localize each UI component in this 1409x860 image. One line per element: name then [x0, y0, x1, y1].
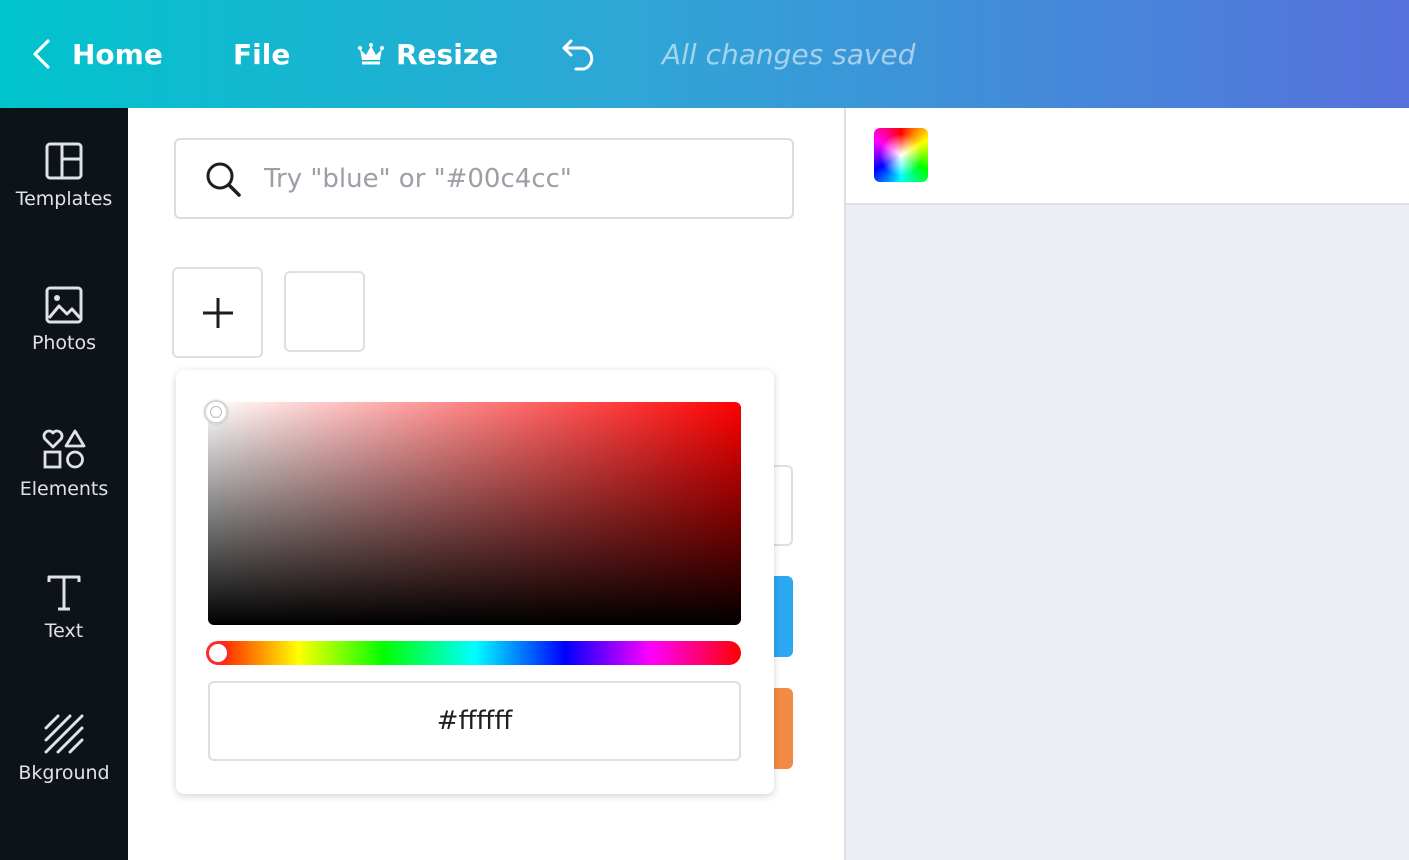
canvas-area [844, 108, 1409, 860]
color-wheel-icon[interactable] [874, 128, 928, 182]
color-swatch-white[interactable] [284, 271, 365, 352]
sidebar-item-templates[interactable]: Templates [0, 142, 128, 252]
search-icon [206, 162, 241, 197]
sidebar-item-label: Elements [19, 478, 109, 500]
background-icon [44, 714, 84, 754]
hue-slider-handle[interactable] [206, 641, 230, 665]
home-button[interactable]: Home [30, 0, 163, 108]
sidebar-item-label: Templates [15, 188, 113, 210]
sidebar-item-label: Bkground [18, 762, 110, 784]
add-color-button[interactable] [172, 267, 263, 358]
saturation-handle[interactable] [204, 400, 228, 424]
saturation-value-area[interactable] [208, 402, 741, 625]
sidebar-item-label: Text [44, 620, 84, 642]
sidebar-item-label: Photos [31, 332, 97, 354]
top-bar: Home File Resize All changes saved [0, 0, 1409, 108]
photo-icon [45, 286, 83, 324]
templates-icon [45, 142, 83, 180]
file-label: File [233, 37, 291, 71]
plus-icon [202, 297, 233, 328]
sidebar-item-photos[interactable]: Photos [0, 286, 128, 396]
left-sidebar: Templates Photos Elements Text Bkground [0, 108, 128, 860]
home-label: Home [72, 37, 163, 71]
resize-button[interactable]: Resize [358, 0, 498, 108]
sidebar-item-elements[interactable]: Elements [0, 428, 128, 538]
color-search-box[interactable] [174, 138, 794, 219]
hue-slider[interactable] [208, 641, 741, 665]
resize-label: Resize [396, 37, 499, 71]
color-picker-popover: #ffffff [176, 370, 774, 794]
chevron-left-icon [33, 39, 50, 69]
hex-input[interactable]: #ffffff [208, 681, 741, 761]
color-search-input[interactable] [262, 162, 786, 195]
file-menu-button[interactable]: File [233, 0, 290, 108]
sidebar-item-background[interactable]: Bkground [0, 714, 128, 824]
crown-icon [358, 43, 384, 65]
shapes-icon [42, 429, 86, 469]
undo-button[interactable] [560, 0, 600, 108]
canvas-toolbar [846, 108, 1409, 205]
text-icon [47, 575, 81, 611]
save-status: All changes saved [662, 37, 916, 71]
undo-icon [562, 39, 594, 71]
sidebar-item-text[interactable]: Text [0, 574, 128, 684]
